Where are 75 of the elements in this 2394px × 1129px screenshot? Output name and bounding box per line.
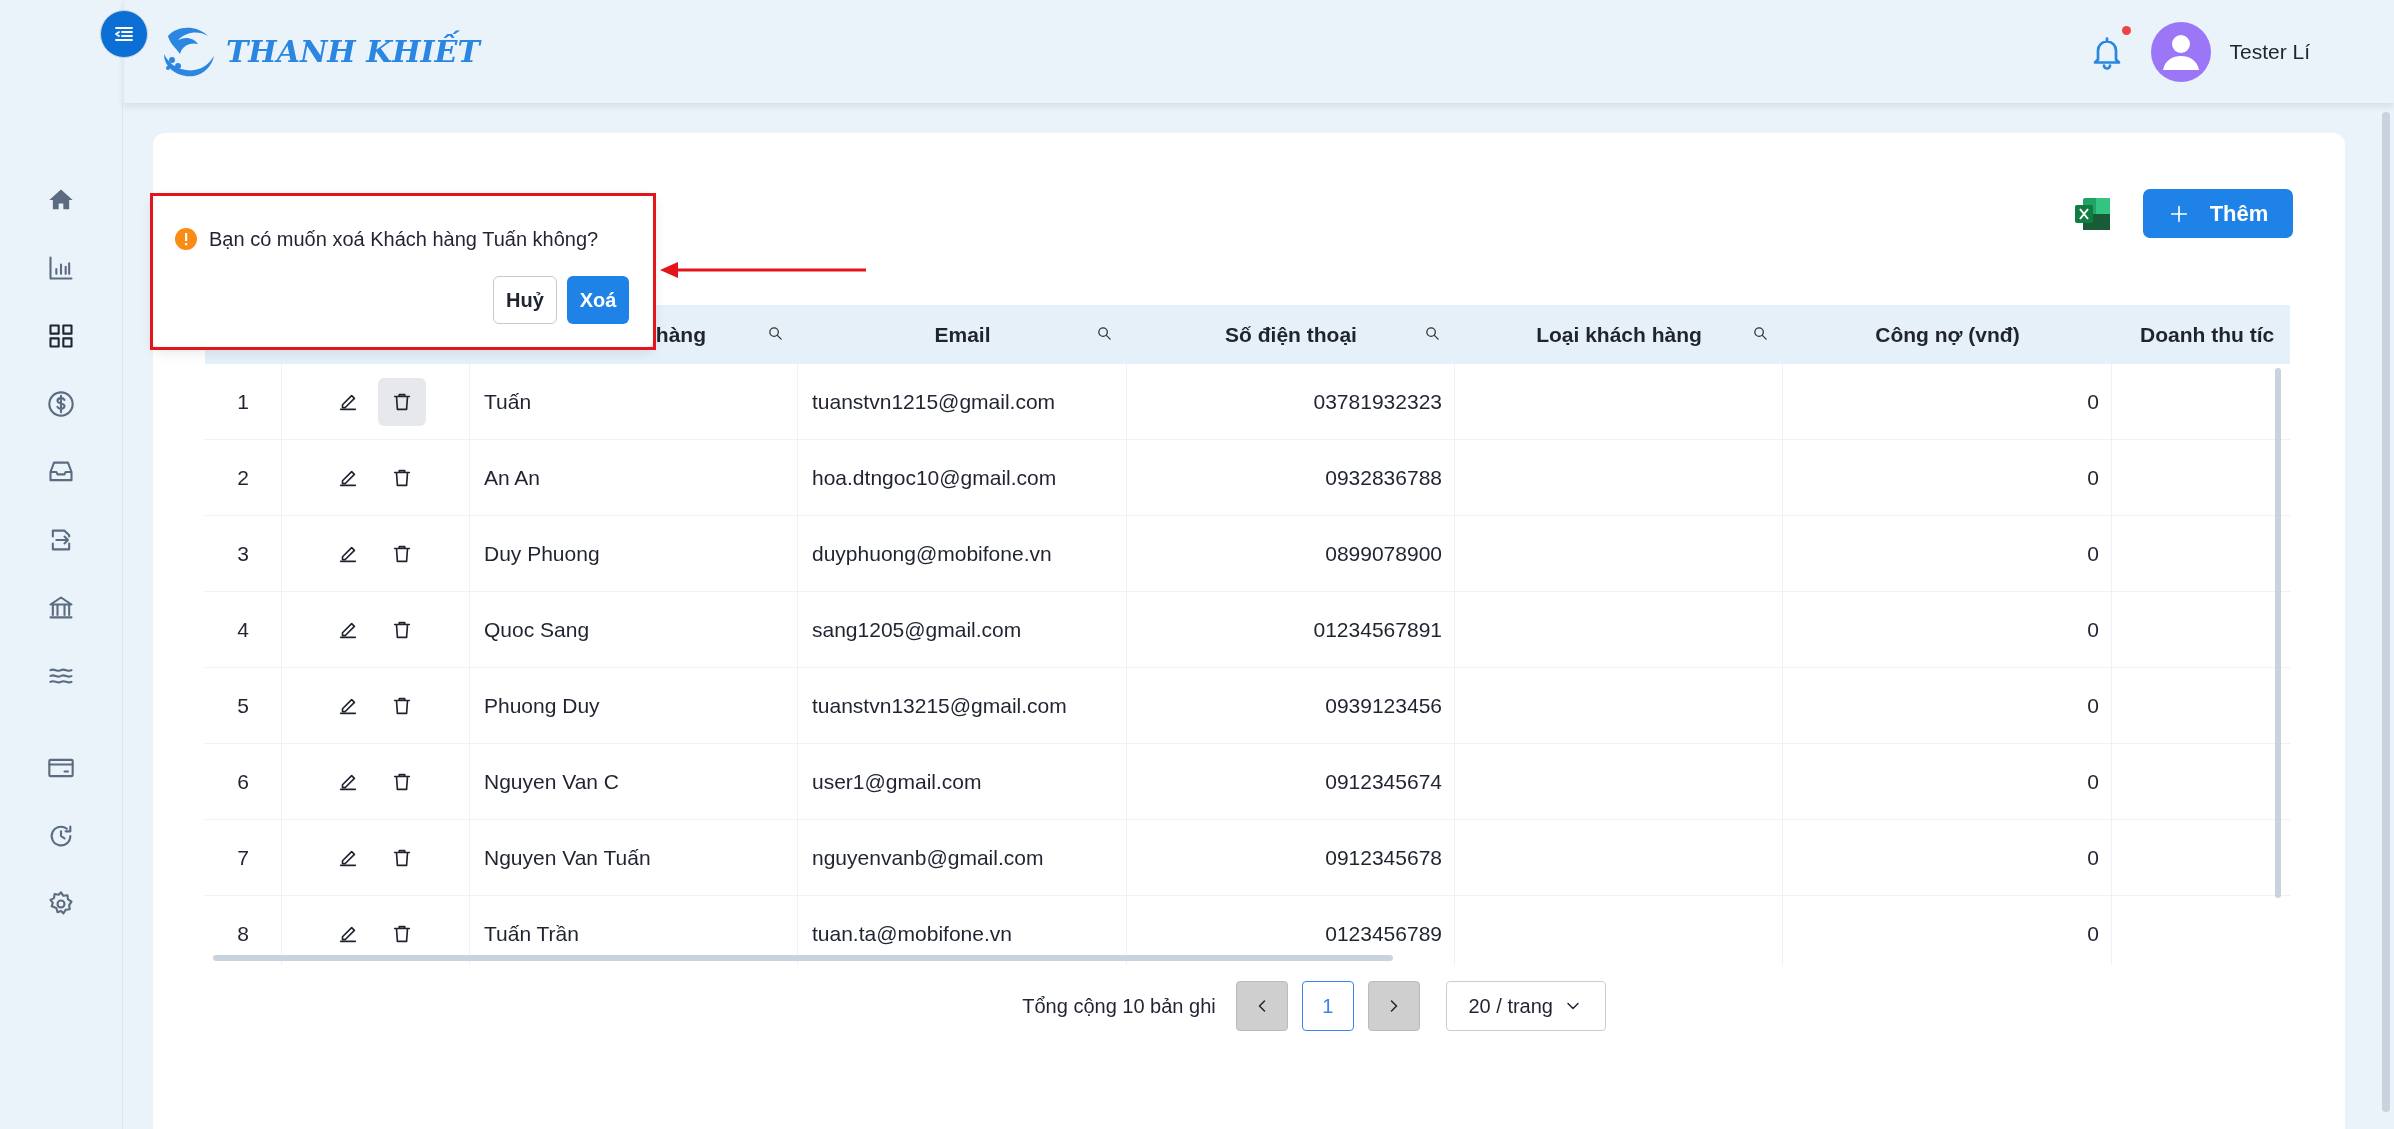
table-cell-text: Tuấn: [484, 388, 532, 415]
search-icon: [1096, 325, 1113, 342]
table-cell-text: 0: [2087, 920, 2099, 947]
vertical-scrollbar[interactable]: [2275, 368, 2281, 898]
column-header: Công nợ (vnđ): [1875, 321, 2020, 348]
row-number: 1: [237, 388, 249, 415]
search-button[interactable]: [1096, 325, 1113, 342]
cancel-button[interactable]: Huỷ: [493, 276, 557, 324]
row-number: 4: [237, 616, 249, 643]
user-name: Tester Lí: [2229, 38, 2310, 65]
table-cell-text: Nguyen Van C: [484, 768, 620, 795]
table-cell-text: nguyenvanb@gmail.com: [812, 844, 1044, 871]
avatar-icon[interactable]: [2151, 21, 2212, 82]
column-header: Email: [934, 321, 991, 348]
table-cell-text: 0: [2087, 768, 2099, 795]
menu-toggle-button[interactable]: [100, 10, 148, 58]
table-cell-text: tuanstvn13215@gmail.com: [812, 692, 1067, 719]
table-cell-text: Phuong Duy: [484, 692, 600, 719]
excel-icon[interactable]: [2075, 196, 2111, 231]
warning-icon: [175, 228, 197, 250]
table-cell-text: tuan.ta@mobifone.vn: [812, 920, 1012, 947]
table-cell-text: duyphuong@mobifone.vn: [812, 540, 1052, 567]
search-icon: [767, 325, 784, 342]
dollar-icon: [47, 390, 75, 418]
page-scrollbar[interactable]: [2382, 112, 2390, 1112]
grid-icon: [47, 322, 75, 350]
table-cell-text: Tuấn Trần: [484, 920, 579, 947]
table-cell-text: 0912345674: [1325, 768, 1442, 795]
table-cell-text: 0: [2087, 464, 2099, 491]
column-header: hàng: [655, 321, 706, 348]
row-number: 5: [237, 692, 249, 719]
search-icon: [1752, 325, 1769, 342]
row-number: 8: [237, 920, 249, 947]
table-cell-text: 0932836788: [1325, 464, 1442, 491]
page-size-select[interactable]: 20 / trang: [1445, 981, 1606, 1031]
search-button[interactable]: [767, 325, 784, 342]
sidebar-item[interactable]: [47, 322, 75, 350]
search-icon: [1424, 325, 1441, 342]
search-button[interactable]: [1752, 325, 1769, 342]
table-cell-text: 0: [2087, 844, 2099, 871]
table-cell-text: 0899078900: [1325, 540, 1442, 567]
table-cell-text: 0: [2087, 388, 2099, 415]
delete-button[interactable]: [377, 377, 426, 426]
add-button[interactable]: Thêm: [2143, 189, 2293, 238]
table-cell-text: Quoc Sang: [484, 616, 590, 643]
column-header: Loại khách hàng: [1536, 321, 1702, 348]
table-cell-text: 01234567891: [1313, 616, 1442, 643]
table-cell-text: user1@gmail.com: [812, 768, 982, 795]
row-number: 3: [237, 540, 249, 567]
table-cell-text: 0: [2087, 540, 2099, 567]
table-cell-text: 03781932323: [1313, 388, 1442, 415]
table-cell-text: hoa.dtngoc10@gmail.com: [812, 464, 1057, 491]
brand-name: THANH KHIẾT: [226, 29, 480, 74]
column-header: Doanh thu tíc: [2140, 321, 2275, 348]
table-cell-text: 0: [2087, 692, 2099, 719]
column-header: Số điện thoại: [1225, 321, 1357, 348]
table-cell-text: Duy Phuong: [484, 540, 600, 567]
confirm-message: Bạn có muốn xoá Khách hàng Tuấn không?: [209, 227, 599, 252]
table-cell-text: 0939123456: [1325, 692, 1442, 719]
bar-chart-icon: [47, 254, 75, 282]
row-number: 2: [237, 464, 249, 491]
confirm-delete-button[interactable]: Xoá: [567, 276, 629, 324]
table-cell-text: Nguyen Van Tuấn: [484, 844, 651, 871]
page-button[interactable]: 1: [1301, 981, 1354, 1031]
table-cell-text: An An: [484, 464, 541, 491]
search-button[interactable]: [1424, 325, 1441, 342]
table-cell-text: 0: [2087, 616, 2099, 643]
horizontal-scrollbar[interactable]: [213, 955, 1393, 961]
row-number: 7: [237, 844, 249, 871]
table-cell-text: sang1205@gmail.com: [812, 616, 1022, 643]
table-cell-text: 0912345678: [1325, 844, 1442, 871]
total-records: Tổng cộng 10 bản ghi: [1022, 994, 1216, 1019]
table-cell-text: tuanstvn1215@gmail.com: [812, 388, 1056, 415]
row-number: 6: [237, 768, 249, 795]
table-cell-text: 0123456789: [1325, 920, 1442, 947]
